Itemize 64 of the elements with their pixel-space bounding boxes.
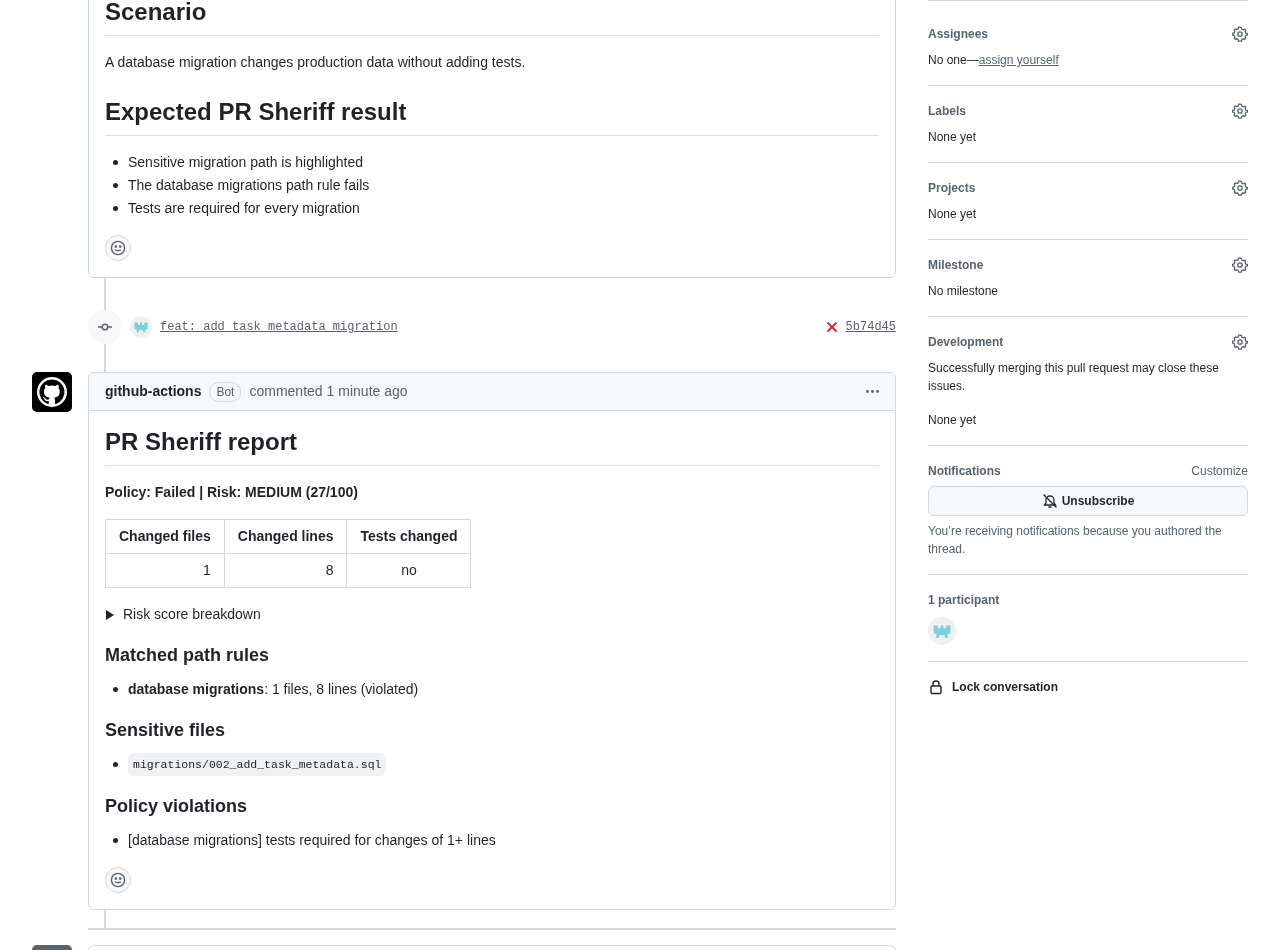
triangle-icon — [105, 609, 115, 620]
field-value: No milestone — [928, 283, 1000, 300]
description-text: Successfully merging this pull request may close these issues. — [928, 360, 1220, 395]
table-header: Tests changed — [347, 519, 471, 554]
comment-action: commented — [249, 382, 323, 401]
heading: Matched path rules — [105, 645, 271, 667]
bullet — [113, 160, 118, 165]
bell-off-icon — [1041, 493, 1058, 509]
commit-sha-link[interactable]: 5b74d45 — [845, 318, 896, 336]
field-value: None yet — [928, 206, 978, 223]
table-cell: 8 — [224, 553, 347, 588]
reaction-button[interactable] — [105, 235, 131, 261]
file-path: migrations/002_add_task_metadata.sql — [128, 753, 387, 777]
heading: Scenario — [105, 0, 879, 36]
section-title: Development — [928, 334, 1004, 351]
lock-conversation-link[interactable]: Lock conversation — [928, 678, 1248, 696]
section-title: 1 participant — [928, 592, 1001, 609]
summary-text: Policy: Failed | Risk: MEDIUM (27/100) — [105, 483, 359, 502]
settings-icon[interactable] — [1232, 334, 1248, 350]
customize-link[interactable]: Customize — [1191, 462, 1248, 480]
list-item: The database migrations path rule fails — [128, 176, 370, 195]
section-title: Milestone — [928, 257, 984, 274]
reaction-button[interactable] — [105, 867, 131, 894]
table-header: Changed lines — [224, 519, 347, 554]
field-value: None yet — [928, 129, 978, 146]
table-cell: 1 — [105, 553, 225, 588]
field-value: No one— — [928, 52, 979, 69]
heading: Expected PR Sheriff result — [105, 97, 879, 136]
settings-icon[interactable] — [1232, 180, 1248, 196]
bullet — [113, 686, 118, 692]
section-title: Notifications — [928, 463, 1001, 480]
author-link[interactable]: github-actions — [105, 381, 202, 402]
table-cell: no — [347, 553, 471, 588]
timestamp-link[interactable]: 1 minute ago — [326, 381, 408, 402]
section-title: Labels — [928, 103, 966, 120]
heading: Policy violations — [105, 796, 249, 819]
settings-icon[interactable] — [1232, 26, 1248, 42]
section-title: Assignees — [928, 26, 989, 43]
table-header: Changed files — [105, 519, 225, 554]
github-logo-icon — [32, 372, 72, 412]
list-item: database migrations: 1 files, 8 lines (violated) — [128, 679, 419, 699]
more-icon — [866, 390, 879, 393]
settings-icon[interactable] — [1232, 103, 1248, 119]
unsubscribe-button[interactable]: Unsubscribe — [928, 486, 1248, 516]
details-summary: Risk score breakdown — [123, 605, 261, 624]
assign-link[interactable]: assign yourself — [978, 51, 1059, 69]
heading: Sensitive files — [105, 719, 227, 742]
lock-icon — [928, 679, 944, 695]
bullet — [113, 183, 118, 188]
notification-note: You’re receiving notifications because you authored the thread. — [928, 523, 1223, 558]
heading: PR Sheriff report — [105, 427, 879, 466]
section-title: Projects — [928, 180, 976, 197]
list-item: [database migrations] tests required for changes of 1+ lines — [128, 831, 496, 851]
list-item: Tests are required for every migration — [128, 199, 360, 218]
settings-icon[interactable] — [1232, 257, 1248, 273]
bullet — [113, 206, 118, 211]
details-toggle[interactable]: Risk score breakdown — [105, 604, 879, 625]
list-item: Sensitive migration path is highlighted — [128, 153, 364, 172]
commit-message-link[interactable]: feat: add task metadata migration — [160, 318, 398, 336]
bullet — [113, 762, 118, 768]
field-value: None yet — [928, 412, 978, 429]
paragraph: A database migration changes production data without adding tests. — [105, 53, 527, 72]
more-options-button[interactable] — [866, 390, 879, 393]
bullet — [113, 838, 118, 844]
